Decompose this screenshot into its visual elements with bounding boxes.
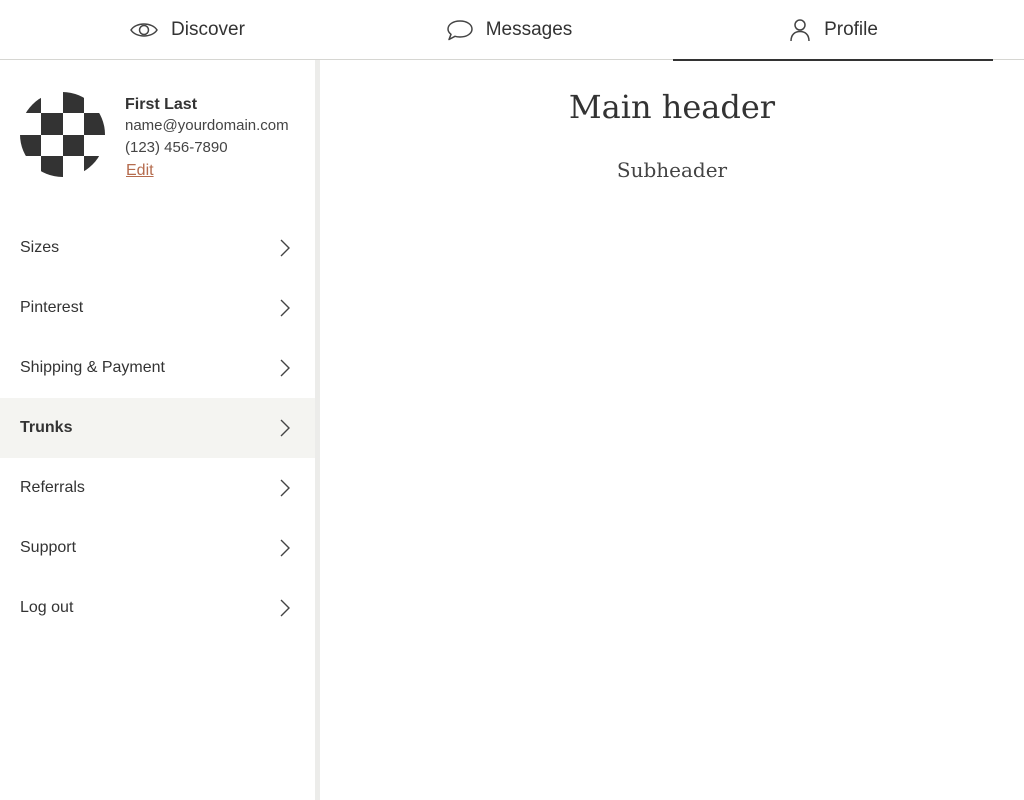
sidebar-item-label: Log out <box>20 599 74 616</box>
profile-info: First Last name@yourdomain.com (123) 456… <box>125 95 289 183</box>
chevron-right-icon <box>280 479 290 497</box>
sidebar-menu: Sizes Pinterest Shipping & Payment Trunk… <box>0 218 315 638</box>
profile-card: First Last name@yourdomain.com (123) 456… <box>20 92 310 182</box>
sub-header: Subheader <box>616 158 728 182</box>
profile-name: First Last <box>125 96 198 113</box>
person-icon <box>788 17 812 43</box>
speech-bubble-icon <box>446 18 474 42</box>
tab-discover-label: Discover <box>171 19 245 40</box>
tab-messages[interactable]: Messages <box>350 0 668 60</box>
sidebar-item-label: Trunks <box>20 419 73 436</box>
sidebar-item-label: Sizes <box>20 239 60 256</box>
sidebar-item-referrals[interactable]: Referrals <box>0 458 315 518</box>
sidebar-item-label: Shipping & Payment <box>20 359 165 376</box>
sidebar-item-label: Referrals <box>20 479 85 496</box>
sidebar-item-log-out[interactable]: Log out <box>0 578 315 638</box>
main-header: Main header <box>568 88 776 126</box>
sidebar-item-label: Pinterest <box>20 299 84 316</box>
tab-profile[interactable]: Profile <box>673 0 993 61</box>
sidebar-item-pinterest[interactable]: Pinterest <box>0 278 315 338</box>
sidebar-item-sizes[interactable]: Sizes <box>0 218 315 278</box>
sidebar-item-label: Support <box>20 539 77 556</box>
chevron-right-icon <box>280 599 290 617</box>
sidebar-item-support[interactable]: Support <box>0 518 315 578</box>
chevron-right-icon <box>280 299 290 317</box>
chevron-right-icon <box>280 419 290 437</box>
chevron-right-icon <box>280 359 290 377</box>
profile-phone: (123) 456-7890 <box>125 139 228 156</box>
sidebar-item-shipping-payment[interactable]: Shipping & Payment <box>0 338 315 398</box>
tab-profile-label: Profile <box>824 19 878 40</box>
edit-profile-link[interactable]: Edit <box>126 159 154 183</box>
chevron-right-icon <box>280 539 290 557</box>
profile-email: name@yourdomain.com <box>125 117 289 134</box>
avatar <box>20 92 105 177</box>
main-content: Main header Subheader <box>320 60 1024 800</box>
sidebar: First Last name@yourdomain.com (123) 456… <box>0 60 315 800</box>
tab-discover[interactable]: Discover <box>28 0 346 60</box>
eye-icon <box>129 20 159 40</box>
top-tab-bar: Discover Messages Profile <box>0 0 1024 61</box>
tab-messages-label: Messages <box>485 19 573 40</box>
sidebar-item-trunks[interactable]: Trunks <box>0 398 315 458</box>
chevron-right-icon <box>280 239 290 257</box>
